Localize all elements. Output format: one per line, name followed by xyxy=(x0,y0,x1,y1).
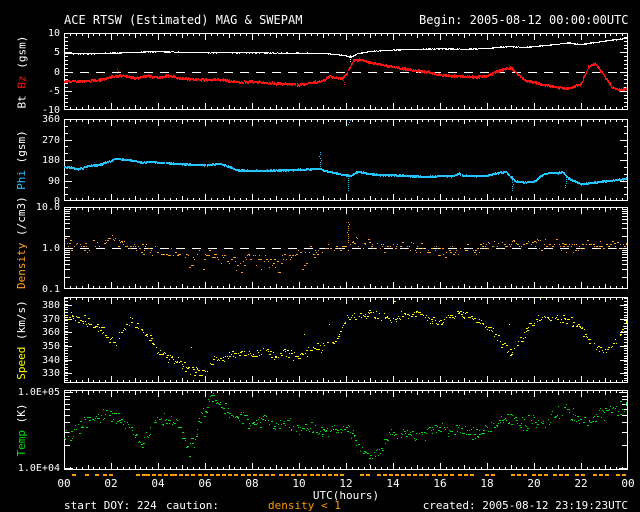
ylabel-speed: Speed (km/s) xyxy=(15,297,28,383)
ylabel-part: (gsm) xyxy=(15,130,28,170)
panel-mag-bt-bz-canvas xyxy=(64,33,628,110)
ylabel-part: Bt xyxy=(15,88,28,108)
ylabel-mag-bt-bz: Bt Bz (gsm) xyxy=(15,33,28,110)
ylabel-density: Density (/cm3) xyxy=(15,196,28,289)
panel-phi-canvas xyxy=(64,119,628,201)
footer-caution-label: caution: xyxy=(166,499,219,512)
ylabel-part: (K) xyxy=(15,403,28,430)
xtick-7: 14 xyxy=(386,477,400,490)
xtick-8: 16 xyxy=(433,477,447,490)
ylabel-part: Phi xyxy=(15,169,28,190)
xtick-2: 04 xyxy=(151,477,165,490)
xtick-6: 12 xyxy=(339,477,353,490)
plot-title: ACE RTSW (Estimated) MAG & SWEPAM xyxy=(64,13,303,27)
xtick-9: 18 xyxy=(480,477,494,490)
xtick-1: 02 xyxy=(104,477,118,490)
xtick-10: 20 xyxy=(527,477,541,490)
ace-rtsw-plot: ACE RTSW (Estimated) MAG & SWEPAM Begin:… xyxy=(0,0,640,512)
panel-speed-canvas xyxy=(64,297,628,383)
footer-caution-value: density < 1 xyxy=(268,499,341,512)
ylabel-part: (/cm3) xyxy=(15,196,28,243)
xtick-0: 00 xyxy=(57,477,71,490)
ylabel-part: (km/s) xyxy=(15,300,28,347)
ylabel-part: Speed xyxy=(15,346,28,380)
panel-density-canvas xyxy=(64,207,628,289)
ylabel-part: Temp xyxy=(15,430,28,457)
ylabel-phi: Phi (gsm) xyxy=(15,119,28,201)
ylabel-part: (gsm) xyxy=(15,35,28,75)
ylabel-part: Bz xyxy=(15,74,28,89)
xtick-11: 22 xyxy=(574,477,588,490)
xtick-4: 08 xyxy=(245,477,259,490)
begin-timestamp: Begin: 2005-08-12 00:00:00UTC xyxy=(419,13,629,27)
xtick-3: 06 xyxy=(198,477,212,490)
xtick-5: 10 xyxy=(292,477,306,490)
footer-start-doy: start DOY: 224 xyxy=(64,499,157,512)
xtick-12: 00 xyxy=(621,477,635,490)
ylabel-part: Density xyxy=(15,242,28,289)
panel-temp-canvas xyxy=(64,390,628,470)
ylabel-temp: Temp (K) xyxy=(15,390,28,470)
footer-created: created: 2005-08-12 23:19:23UTC xyxy=(422,499,628,512)
